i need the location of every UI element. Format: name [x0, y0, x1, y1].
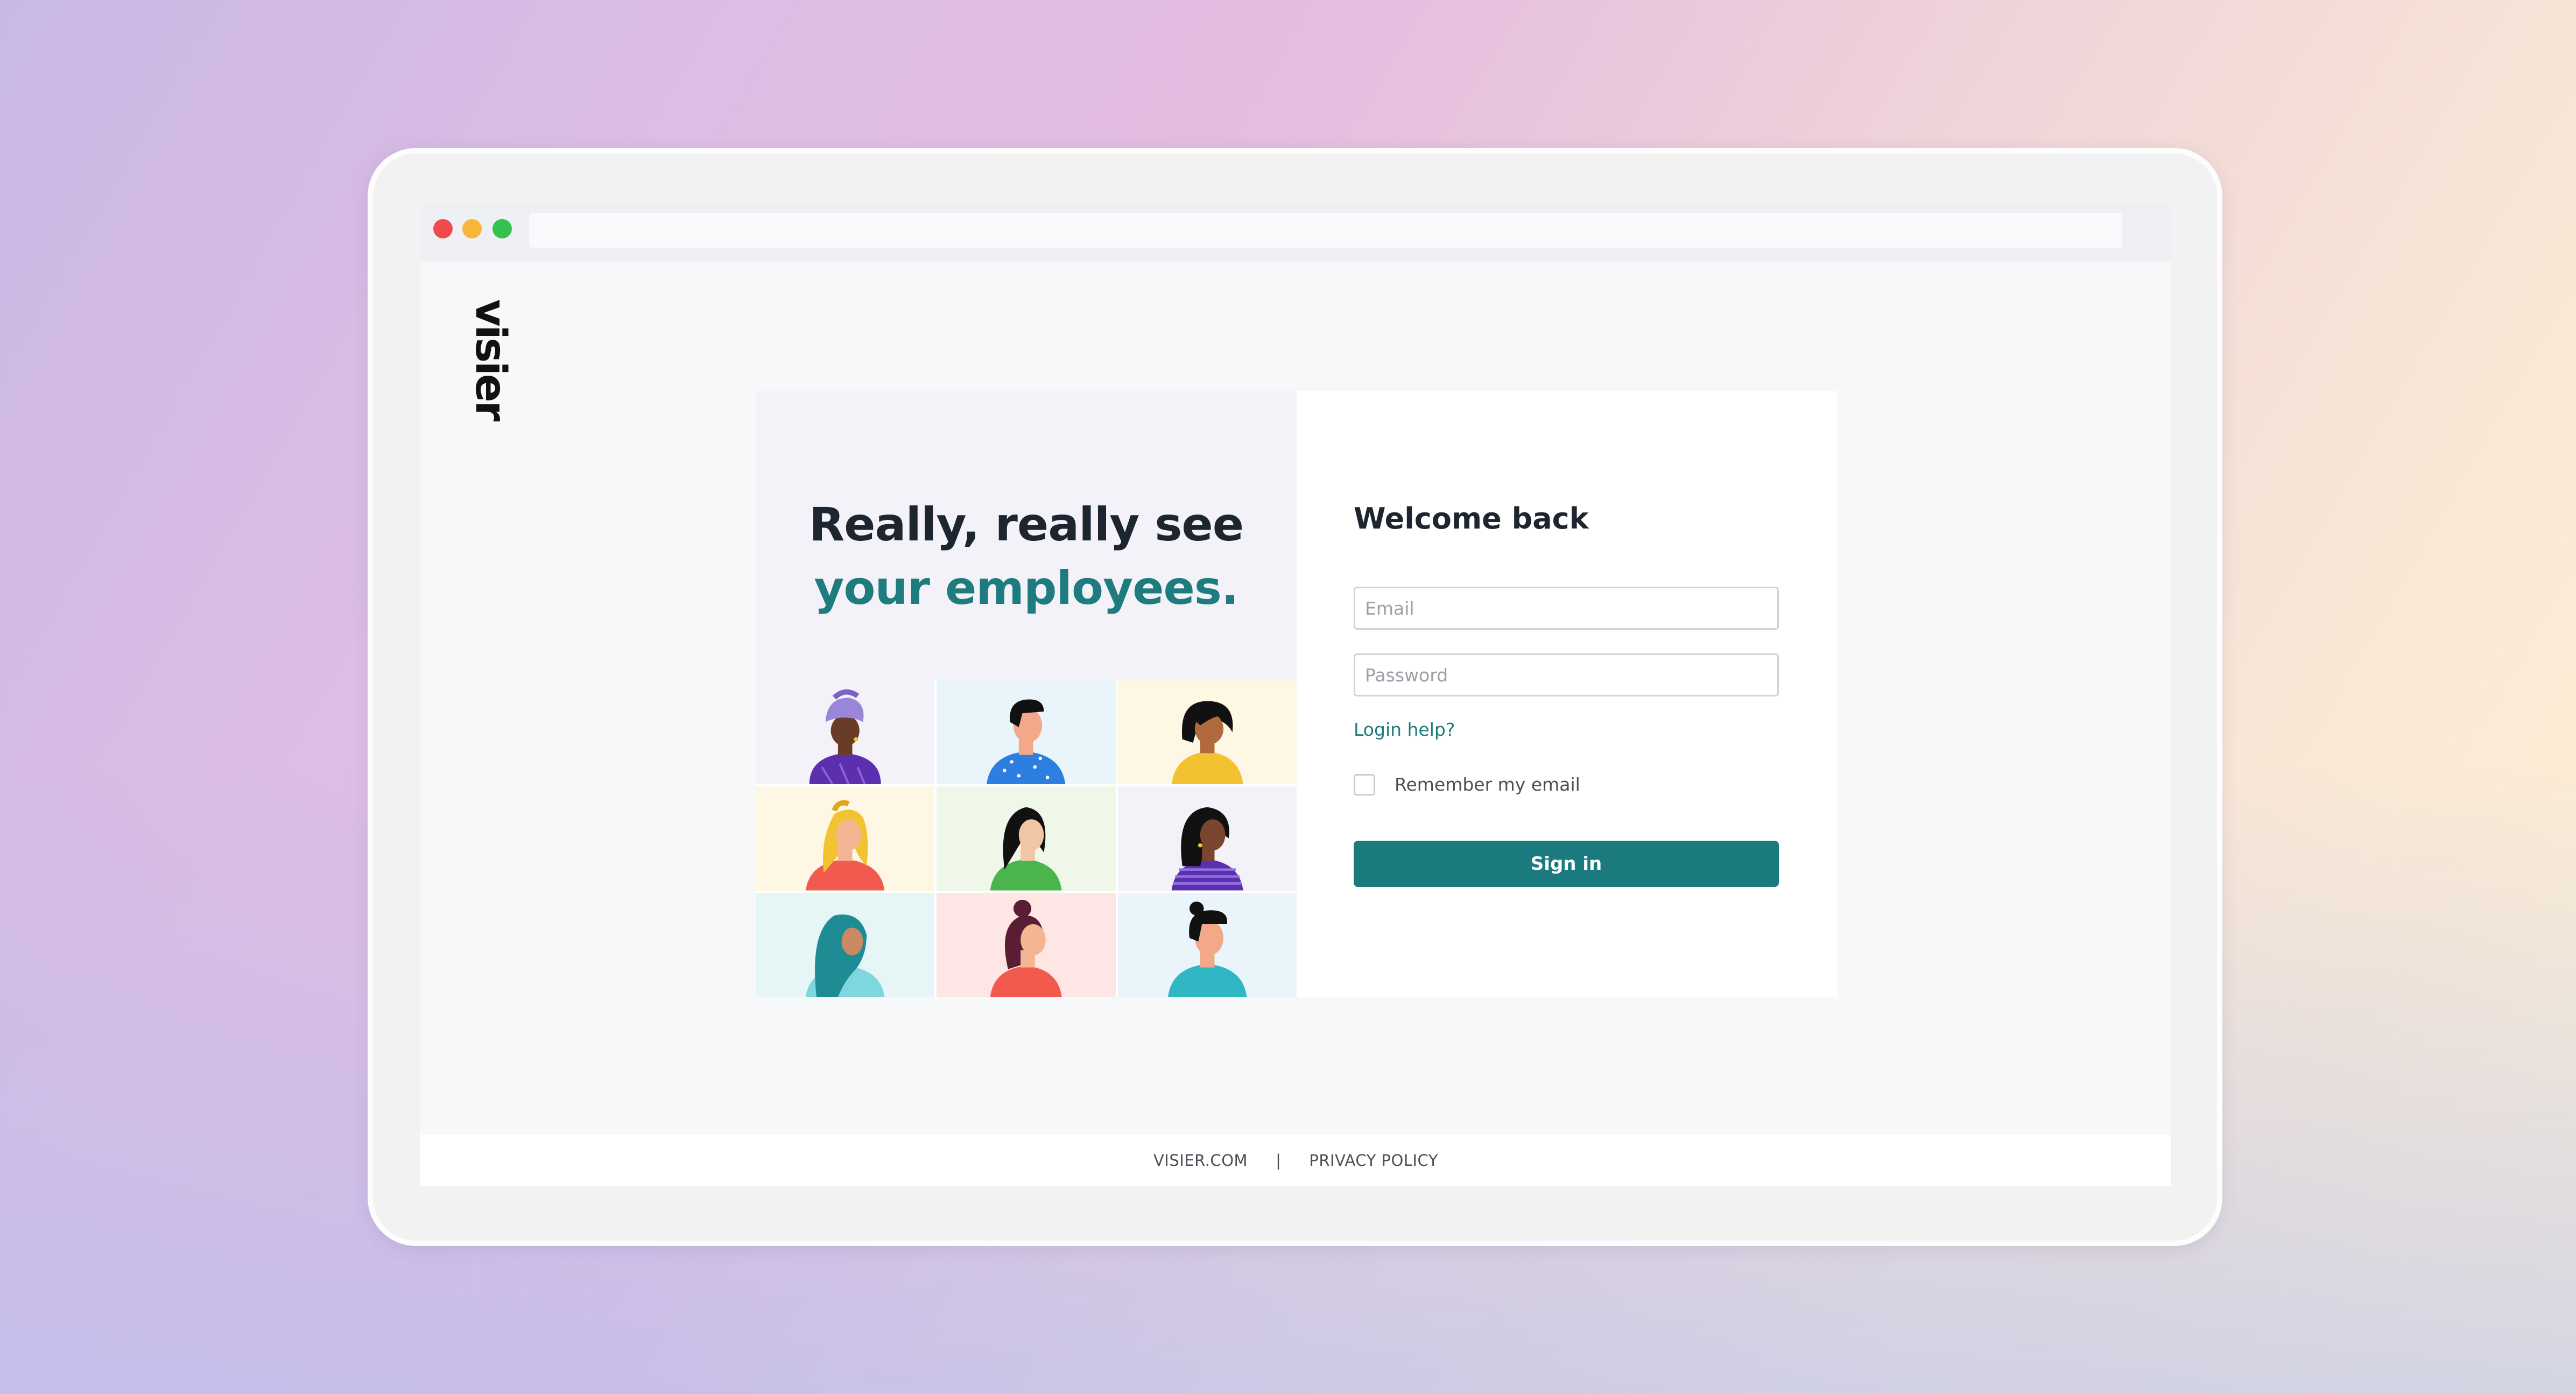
maximize-window-button[interactable]	[492, 219, 512, 238]
footer-links: VISIER.COM | PRIVACY POLICY	[420, 1135, 2171, 1186]
close-window-button[interactable]	[433, 219, 453, 238]
person-teal-shirt-icon	[1117, 892, 1297, 997]
visier-logo: visier	[463, 299, 517, 420]
person-teal-hijab-icon	[756, 892, 935, 997]
password-input[interactable]	[1354, 653, 1779, 696]
footer: VISIER.COM | PRIVACY POLICY	[420, 1135, 2171, 1186]
logo-text: visier	[466, 299, 515, 420]
login-title: Welcome back	[1354, 502, 1589, 536]
visier-site-link[interactable]: VISIER.COM	[1153, 1151, 1248, 1170]
minimize-window-button[interactable]	[462, 219, 482, 238]
remember-email-checkbox[interactable]	[1354, 774, 1375, 795]
sign-in-button[interactable]: Sign in	[1354, 841, 1779, 887]
person-red-top-bun-icon	[937, 892, 1116, 997]
privacy-policy-link[interactable]: PRIVACY POLICY	[1309, 1151, 1438, 1170]
email-input[interactable]	[1354, 587, 1779, 630]
headline-line-1: Really, really see	[808, 498, 1244, 552]
browser-window: visier Really, really see your employees…	[420, 203, 2171, 1186]
footer-separator: |	[1276, 1151, 1282, 1170]
remember-email-label: Remember my email	[1395, 774, 1580, 795]
headline-line-2: your employees.	[814, 561, 1238, 615]
people-illustration-grid	[756, 680, 1297, 997]
person-purple-striped-icon	[1117, 786, 1297, 891]
login-help-link[interactable]: Login help?	[1354, 719, 1455, 740]
hero-panel: Really, really see your employees.	[756, 391, 1297, 997]
person-blonde-red-top-icon	[756, 786, 935, 891]
person-yellow-top-icon	[1117, 680, 1297, 785]
address-bar[interactable]	[529, 213, 2122, 248]
hero-headline: Really, really see your employees.	[756, 493, 1297, 620]
title-bar	[420, 203, 2171, 262]
person-green-top-icon	[937, 786, 1116, 891]
person-blue-shirt-icon	[937, 680, 1116, 785]
login-card: Welcome back Login help? Remember my ema…	[1297, 391, 1838, 997]
person-purple-headwrap-icon	[756, 680, 935, 785]
